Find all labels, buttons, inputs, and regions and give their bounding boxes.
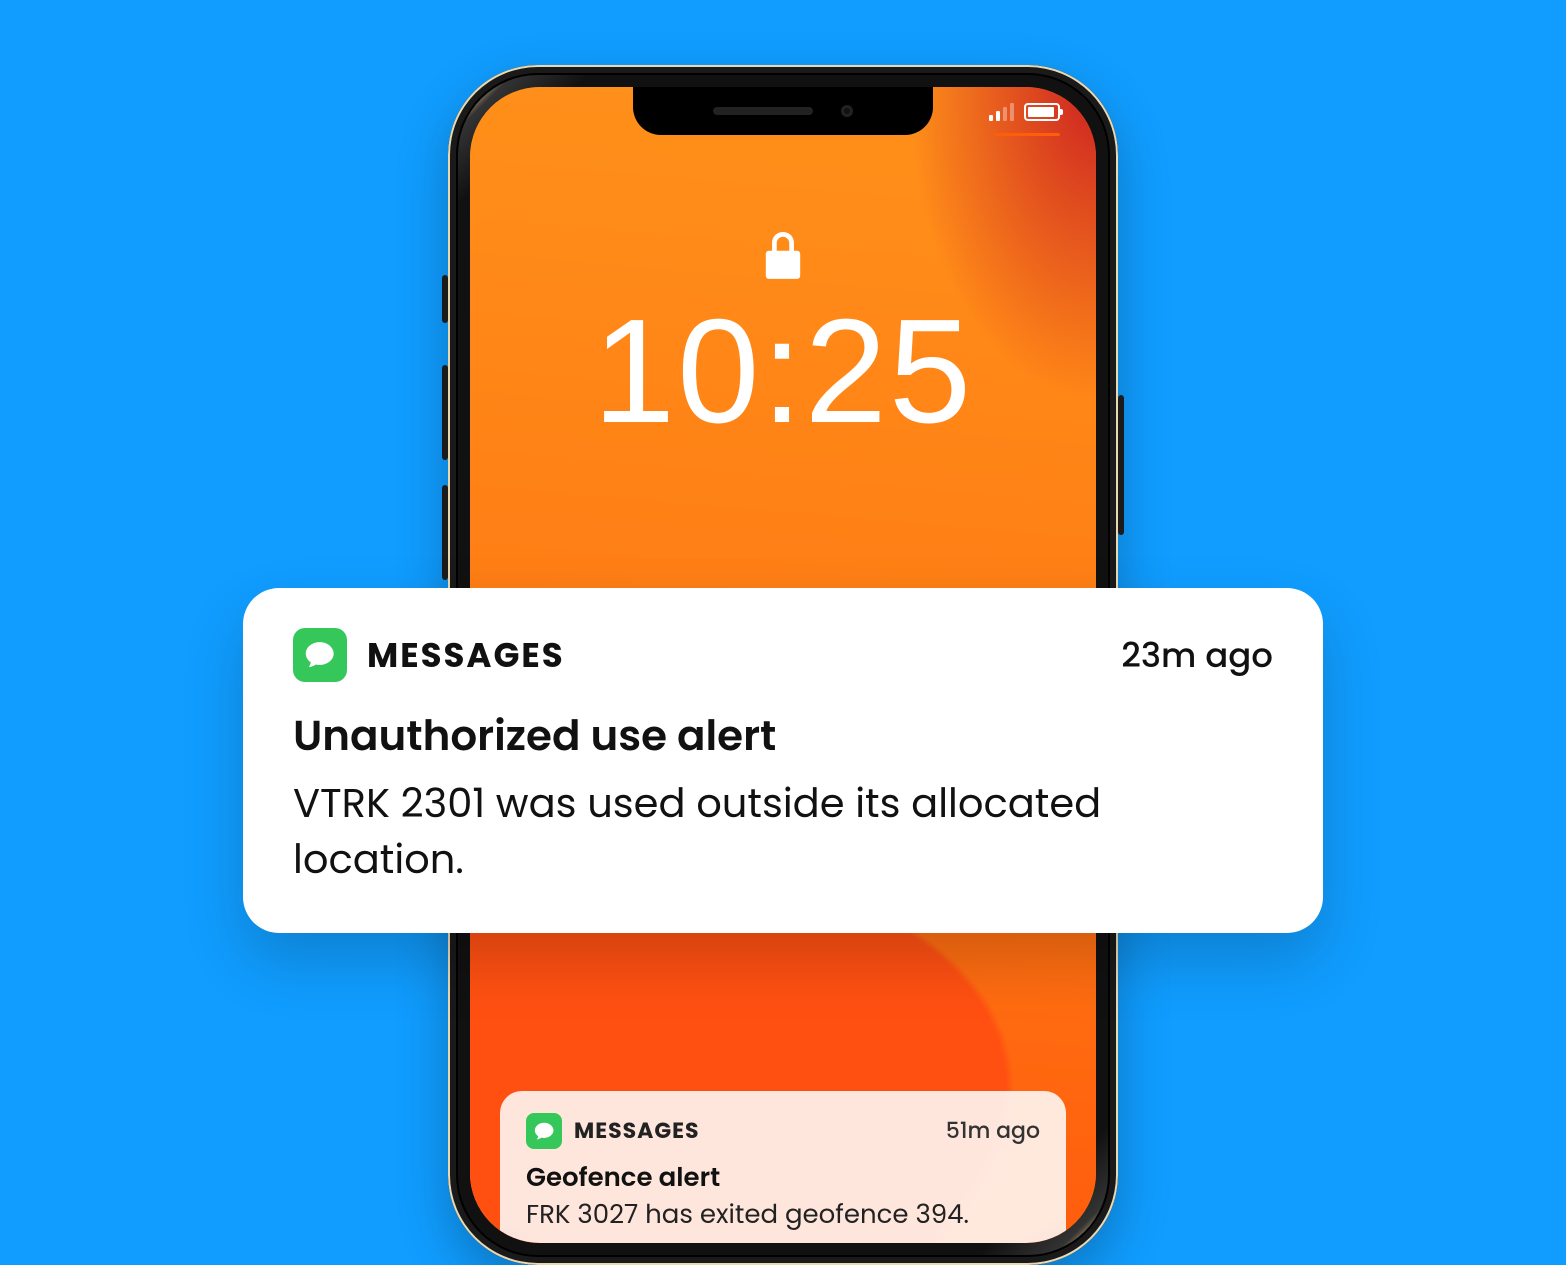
stage: 10:25 MESSAGES 51m ago Geofence alert FR… xyxy=(0,0,1566,1170)
battery-icon xyxy=(1024,103,1060,121)
notification-app-label: MESSAGES xyxy=(367,630,565,681)
lockscreen-clock: 10:25 xyxy=(470,287,1096,457)
notification-body: FRK 3027 has exited geofence 394. xyxy=(526,1198,1040,1233)
status-bar-underline xyxy=(994,133,1060,136)
volume-down-button[interactable] xyxy=(442,485,448,580)
lock-icon xyxy=(764,232,802,286)
notification-body: VTRK 2301 was used outside its allocated… xyxy=(293,775,1273,887)
cellular-signal-icon xyxy=(989,103,1014,121)
notification-secondary[interactable]: MESSAGES 51m ago Geofence alert FRK 3027… xyxy=(500,1091,1066,1243)
notch xyxy=(633,87,933,135)
notification-timestamp: 23m ago xyxy=(1121,630,1273,681)
notification-app-label: MESSAGES xyxy=(574,1114,700,1147)
notification-title: Geofence alert xyxy=(526,1159,1040,1198)
messages-app-icon xyxy=(526,1113,562,1149)
power-button[interactable] xyxy=(1118,395,1124,535)
ringer-switch[interactable] xyxy=(442,275,448,323)
notification-timestamp: 51m ago xyxy=(946,1114,1040,1147)
front-camera xyxy=(841,105,853,117)
earpiece-speaker xyxy=(713,107,813,115)
status-bar xyxy=(989,103,1060,121)
volume-up-button[interactable] xyxy=(442,365,448,460)
notification-primary[interactable]: MESSAGES 23m ago Unauthorized use alert … xyxy=(243,588,1323,933)
notification-title: Unauthorized use alert xyxy=(293,704,1273,767)
messages-app-icon xyxy=(293,628,347,682)
